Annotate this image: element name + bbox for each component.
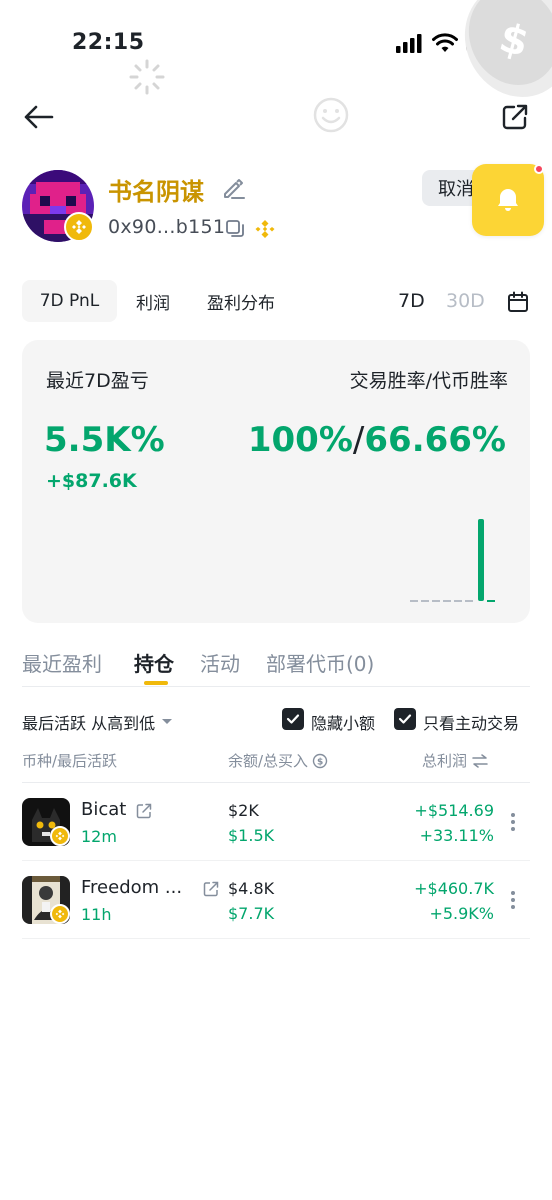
- more-options-icon[interactable]: [508, 811, 518, 833]
- back-arrow-icon[interactable]: [22, 102, 56, 132]
- dollar-coin-decoration-icon: $: [464, 0, 552, 97]
- last-active-time: 11h: [81, 905, 112, 924]
- chain-badge-icon: [50, 904, 70, 924]
- tab-deployed-tokens[interactable]: 部署代币(0): [266, 648, 374, 677]
- token-pnl: +$460.7K: [414, 879, 494, 898]
- trade-win-rate: 100%: [247, 420, 353, 460]
- tab-recent-profit[interactable]: 最近盈利: [22, 648, 102, 677]
- token-total-bought: $7.7K: [228, 904, 275, 923]
- token-name[interactable]: Bicat: [81, 799, 126, 820]
- win-rate-label: 交易胜率/代币胜率: [349, 370, 508, 392]
- pnl-bar-zero: [443, 600, 451, 602]
- active-tab-indicator: [144, 681, 168, 685]
- tab-profit[interactable]: 利润: [126, 280, 180, 322]
- caret-down-icon: [162, 719, 173, 724]
- tab-holdings[interactable]: 持仓: [134, 648, 174, 677]
- calendar-icon[interactable]: [506, 290, 530, 314]
- token-balance: $4.8K: [228, 879, 275, 898]
- table-header-divider: [22, 782, 530, 783]
- token-pnl: +$514.69: [414, 801, 494, 820]
- notification-dot: [534, 164, 544, 174]
- col-balance-label: 余额/总买入: [228, 752, 309, 770]
- pnl-bar-zero: [487, 600, 495, 602]
- hide-small-checkbox[interactable]: [282, 708, 304, 730]
- external-link-icon[interactable]: [202, 880, 220, 898]
- wallet-address: 0x90...b151: [108, 216, 226, 238]
- col-pnl-header[interactable]: 总利润: [422, 750, 489, 771]
- profile-name: 书名阴谋: [108, 178, 204, 206]
- notification-button[interactable]: [472, 164, 544, 236]
- currency-toggle-icon[interactable]: $: [312, 753, 328, 769]
- last-active-time: 12m: [81, 827, 117, 846]
- recent-7d-pnl-label: 最近7D盈亏: [46, 370, 149, 392]
- tab-activity[interactable]: 活动: [200, 648, 240, 677]
- loading-spinner-icon: [129, 59, 165, 95]
- pnl-bar-zero: [465, 600, 473, 602]
- sort-label: 最后活跃 从高到低: [22, 714, 156, 733]
- pnl-percent: 5.5K%: [44, 420, 165, 460]
- sort-dropdown[interactable]: 最后活跃 从高到低: [22, 710, 173, 734]
- tab-7d-pnl[interactable]: 7D PnL: [22, 280, 117, 322]
- tab-profit-distribution[interactable]: 盈利分布: [196, 280, 286, 322]
- chain-badge-icon: [50, 826, 70, 846]
- win-rate-separator: /: [352, 420, 365, 460]
- section-divider: [22, 686, 530, 687]
- pnl-bar-zero: [454, 600, 462, 602]
- range-7d[interactable]: 7D: [398, 290, 425, 312]
- swap-sort-icon: [472, 753, 488, 768]
- active-trades-only-label: 只看主动交易: [423, 714, 520, 733]
- bell-icon: [498, 189, 518, 211]
- pnl-usd: +$87.6K: [46, 470, 137, 492]
- smiley-face-icon: [313, 97, 349, 133]
- active-trades-only-checkbox[interactable]: [394, 708, 416, 730]
- svg-text:$: $: [317, 757, 323, 767]
- row-divider: [22, 860, 530, 861]
- col-pnl-label: 总利润: [422, 752, 468, 770]
- token-pnl-percent: +5.9K%: [429, 904, 494, 923]
- range-30d[interactable]: 30D: [446, 290, 485, 312]
- col-token-header: 币种/最后活跃: [22, 752, 118, 770]
- token-name[interactable]: Freedom ...: [81, 877, 182, 898]
- pnl-bar-zero: [410, 600, 418, 602]
- status-time: 22:15: [72, 30, 145, 55]
- chain-badge-icon: [64, 212, 94, 242]
- cellular-signal-icon: [396, 34, 422, 53]
- pnl-bar: [478, 519, 484, 601]
- external-link-icon[interactable]: [135, 802, 153, 820]
- copy-icon[interactable]: [224, 218, 246, 240]
- pnl-mini-bar-chart: [410, 519, 495, 602]
- pnl-bar-zero: [421, 600, 429, 602]
- token-pnl-percent: +33.11%: [419, 826, 494, 845]
- token-total-bought: $1.5K: [228, 826, 275, 845]
- pnl-bar-zero: [432, 600, 440, 602]
- check-icon: [398, 714, 412, 724]
- edit-pencil-icon[interactable]: [220, 175, 246, 201]
- token-balance: $2K: [228, 801, 259, 820]
- col-balance-header: 余额/总买入 $: [228, 750, 328, 771]
- bnb-chain-icon: [255, 220, 275, 238]
- check-icon: [286, 714, 300, 724]
- win-rate-values: 100% / 66.66%: [248, 420, 506, 460]
- row-divider: [22, 938, 530, 939]
- more-options-icon[interactable]: [508, 889, 518, 911]
- token-win-rate: 66.66%: [364, 420, 506, 460]
- share-icon[interactable]: [500, 102, 530, 132]
- hide-small-label: 隐藏小额: [311, 714, 376, 733]
